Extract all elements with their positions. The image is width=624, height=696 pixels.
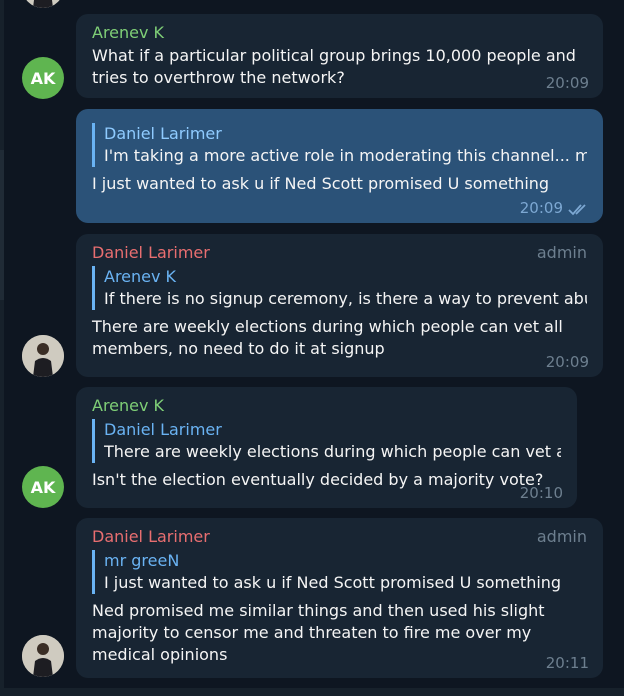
reply-quote[interactable]: mr greeN I just wanted to ask u if Ned S… bbox=[92, 550, 587, 594]
reply-text: There are weekly elections during which … bbox=[104, 442, 561, 461]
reply-quote[interactable]: Daniel Larimer I'm taking a more active … bbox=[92, 123, 587, 167]
window-edge bbox=[0, 0, 4, 696]
message-bubble[interactable]: Arenev K What if a particular political … bbox=[76, 14, 603, 98]
avatar-initials: AK bbox=[30, 68, 56, 88]
double-check-icon bbox=[568, 204, 586, 216]
reply-text: I just wanted to ask u if Ned Scott prom… bbox=[104, 573, 562, 592]
person-photo-icon bbox=[22, 635, 64, 677]
avatar[interactable]: AK bbox=[22, 57, 64, 99]
admin-badge: admin bbox=[536, 243, 587, 262]
edge-marker bbox=[0, 150, 4, 300]
message-time: 20:09 bbox=[545, 74, 589, 92]
message-text: There are weekly elections during which … bbox=[92, 317, 563, 358]
message-bubble-outgoing[interactable]: Daniel Larimer I'm taking a more active … bbox=[76, 109, 603, 223]
reply-sender-name: Daniel Larimer bbox=[104, 124, 222, 143]
message-time: 20:09 bbox=[545, 353, 589, 371]
sender-name[interactable]: Arenev K bbox=[92, 395, 561, 417]
avatar-initials: AK bbox=[30, 477, 56, 497]
message-text: I just wanted to ask u if Ned Scott prom… bbox=[92, 174, 550, 193]
message-bubble[interactable]: Daniel Larimer admin mr greeN I just wan… bbox=[76, 518, 603, 678]
message-time: 20:11 bbox=[545, 654, 589, 672]
sender-name[interactable]: Arenev K bbox=[92, 22, 587, 44]
bottom-edge bbox=[0, 688, 624, 696]
admin-badge: admin bbox=[536, 527, 587, 546]
reply-text: I'm taking a more active role in moderat… bbox=[104, 146, 587, 165]
reply-text: If there is no signup ceremony, is there… bbox=[104, 289, 587, 308]
person-photo-icon bbox=[22, 0, 64, 8]
message-bubble[interactable]: Daniel Larimer admin Arenev K If there i… bbox=[76, 234, 603, 377]
avatar[interactable]: AK bbox=[22, 466, 64, 508]
message-time: 20:09 bbox=[519, 199, 563, 217]
sender-name[interactable]: Daniel Larimer bbox=[92, 526, 587, 548]
message-text: Ned promised me similar things and then … bbox=[92, 601, 545, 664]
message-text: Isn't the election eventually decided by… bbox=[92, 470, 544, 489]
reply-quote[interactable]: Daniel Larimer There are weekly election… bbox=[92, 419, 561, 463]
message-bubble[interactable]: Arenev K Daniel Larimer There are weekly… bbox=[76, 387, 577, 508]
reply-quote[interactable]: Arenev K If there is no signup ceremony,… bbox=[92, 266, 587, 310]
message-text: What if a particular political group bri… bbox=[92, 46, 576, 87]
sender-name[interactable]: Daniel Larimer bbox=[92, 242, 587, 264]
reply-sender-name: mr greeN bbox=[104, 551, 180, 570]
reply-sender-name: Daniel Larimer bbox=[104, 420, 222, 439]
avatar[interactable] bbox=[22, 335, 64, 377]
person-photo-icon bbox=[22, 335, 64, 377]
message-time: 20:10 bbox=[519, 484, 563, 502]
avatar[interactable] bbox=[22, 0, 64, 8]
reply-sender-name: Arenev K bbox=[104, 267, 177, 286]
avatar[interactable] bbox=[22, 635, 64, 677]
